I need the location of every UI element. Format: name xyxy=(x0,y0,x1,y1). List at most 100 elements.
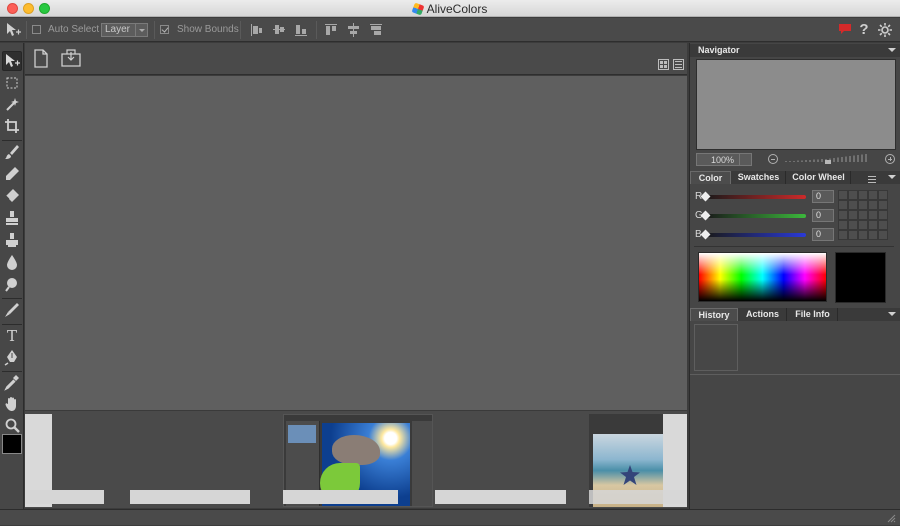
new-document-icon[interactable] xyxy=(33,49,49,68)
panel-menu-chevron-icon[interactable] xyxy=(888,312,896,316)
navigator-title: Navigator xyxy=(698,45,740,55)
align-right-icon[interactable] xyxy=(368,22,384,38)
history-snapshot[interactable] xyxy=(694,324,738,371)
tab-color[interactable]: Color xyxy=(690,171,731,184)
foreground-color-swatch[interactable] xyxy=(2,434,22,454)
thumbnail-right-panel xyxy=(412,421,432,506)
panel-menu-chevron-icon[interactable] xyxy=(888,48,896,52)
marquee-tool-icon[interactable] xyxy=(2,74,22,94)
separator xyxy=(2,324,22,325)
tools-panel: T xyxy=(0,43,24,509)
auto-select-checkbox[interactable] xyxy=(32,25,41,34)
tab-file-info[interactable]: File Info xyxy=(788,308,838,321)
pen-tool-icon[interactable] xyxy=(2,348,22,368)
align-top-icon[interactable] xyxy=(323,22,339,38)
brush-tool-icon[interactable] xyxy=(2,143,22,163)
navigator-preview[interactable] xyxy=(696,59,896,150)
recent-colors-grid[interactable] xyxy=(838,190,888,240)
separator xyxy=(26,21,27,39)
window-title: AliveColors xyxy=(0,2,900,16)
separator xyxy=(316,21,317,39)
align-center-vertical-icon[interactable] xyxy=(346,22,362,38)
panel-menu-chevron-icon[interactable] xyxy=(888,175,896,179)
channel-row-g: G0 xyxy=(690,209,836,223)
separator xyxy=(2,140,22,141)
separator xyxy=(2,298,22,299)
divider xyxy=(694,246,894,247)
channel-row-r: R0 xyxy=(690,190,836,204)
separator xyxy=(154,21,155,39)
help-icon[interactable]: ? xyxy=(857,21,871,38)
filmstrip-label xyxy=(435,490,566,504)
status-bar xyxy=(0,509,900,525)
select-target-value: Layer xyxy=(105,24,131,35)
zoom-level-value: 100% xyxy=(710,155,734,165)
align-center-horizontal-icon[interactable] xyxy=(271,22,287,38)
channel-slider-r[interactable] xyxy=(700,191,806,202)
open-document-icon[interactable] xyxy=(61,48,81,67)
chevron-down-icon xyxy=(135,24,147,36)
channel-slider-g[interactable] xyxy=(700,210,806,221)
channel-value-field[interactable]: 0 xyxy=(812,190,834,203)
tab-swatches[interactable]: Swatches xyxy=(732,171,786,184)
filmstrip-label xyxy=(25,490,104,504)
zoom-level-field[interactable]: 100% xyxy=(696,153,752,166)
document-filmstrip xyxy=(25,410,687,508)
align-left-icon[interactable] xyxy=(249,22,265,38)
tab-color-wheel[interactable]: Color Wheel xyxy=(787,171,851,184)
separator xyxy=(240,21,241,39)
auto-select-label: Auto Select xyxy=(48,24,100,35)
filmstrip-label xyxy=(130,490,250,504)
window-title-text: AliveColors xyxy=(426,2,488,16)
filmstrip-label xyxy=(283,490,398,504)
show-bounds-label: Show Bounds xyxy=(177,24,239,35)
settings-gear-icon[interactable] xyxy=(877,22,893,38)
move-tool-icon[interactable] xyxy=(2,51,22,71)
thumbnail-chameleon-shape xyxy=(332,435,380,465)
channel-row-b: B0 xyxy=(690,228,836,242)
navigator-panel-header: Navigator xyxy=(690,44,900,57)
stamp-tool-icon[interactable] xyxy=(2,209,22,229)
slider-handle[interactable] xyxy=(700,229,711,240)
pencil-tool-icon[interactable] xyxy=(2,165,22,185)
chevron-down-icon xyxy=(739,154,751,166)
channel-slider-b[interactable] xyxy=(700,229,806,240)
tab-actions[interactable]: Actions xyxy=(739,308,787,321)
text-tool-icon[interactable]: T xyxy=(2,326,22,346)
thumbnail-starfish-shape xyxy=(619,464,641,486)
smudge-tool-icon[interactable] xyxy=(2,301,22,321)
eyedropper-tool-icon[interactable] xyxy=(2,373,22,393)
align-bottom-icon[interactable] xyxy=(293,22,309,38)
color-mode-menu-icon[interactable] xyxy=(868,174,876,183)
zoom-in-icon[interactable] xyxy=(885,154,895,164)
eraser-tool-icon[interactable] xyxy=(2,187,22,207)
blur-drop-tool-icon[interactable] xyxy=(2,253,22,273)
show-bounds-checkbox[interactable] xyxy=(160,25,169,34)
zoom-slider[interactable] xyxy=(782,152,874,164)
filmstrip-label xyxy=(589,490,687,504)
select-target-dropdown[interactable]: Layer xyxy=(101,23,148,37)
resize-grip-icon[interactable] xyxy=(886,513,896,523)
color-panel-tabs: Color Swatches Color Wheel xyxy=(690,171,900,184)
document-canvas[interactable] xyxy=(25,76,687,410)
healing-tool-icon[interactable] xyxy=(2,231,22,251)
crop-tool-icon[interactable] xyxy=(2,117,22,137)
channel-value-field[interactable]: 0 xyxy=(812,209,834,222)
app-logo-icon xyxy=(411,2,425,16)
separator xyxy=(2,371,22,372)
tool-options-bar: Auto Select Layer Show Bounds ? xyxy=(0,18,900,42)
notification-icon[interactable] xyxy=(838,23,852,35)
zoom-out-icon[interactable] xyxy=(768,154,778,164)
move-tool-option-icon[interactable] xyxy=(4,21,22,39)
list-view-icon[interactable] xyxy=(673,59,684,70)
grid-view-icon[interactable] xyxy=(658,59,669,70)
current-color-swatch[interactable] xyxy=(835,252,886,303)
magic-wand-tool-icon[interactable] xyxy=(2,95,22,115)
sponge-tool-icon[interactable] xyxy=(2,275,22,295)
channel-value-field[interactable]: 0 xyxy=(812,228,834,241)
history-panel-tabs: History Actions File Info xyxy=(690,308,900,321)
history-list-area[interactable] xyxy=(690,374,900,509)
tab-history[interactable]: History xyxy=(690,308,738,321)
hand-tool-icon[interactable] xyxy=(2,395,22,415)
color-spectrum-picker[interactable] xyxy=(698,252,827,302)
